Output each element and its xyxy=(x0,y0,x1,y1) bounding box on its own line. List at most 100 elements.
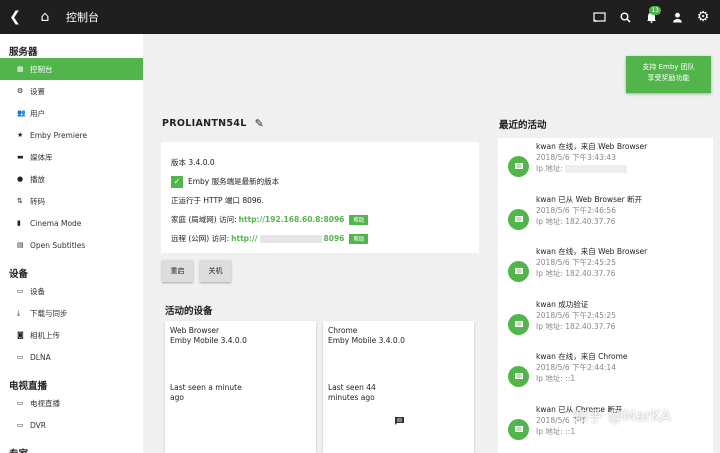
grid-icon: ▦ xyxy=(17,65,24,73)
activity-ip: Ip 地址: ::1 xyxy=(536,373,628,384)
sidebar-section-title: 服务器 xyxy=(9,47,38,58)
sidebar-item[interactable]: ● 播放 xyxy=(0,168,143,190)
sidebar-item-label: 用户 xyxy=(30,108,45,118)
activity-message-icon xyxy=(508,208,529,230)
activity-text: kwan 已从 Web Browser 断开 xyxy=(536,194,643,204)
download-icon: ⤓ xyxy=(17,308,21,317)
sidebar-item[interactable]: ★ Emby Premiere xyxy=(0,124,143,146)
active-devices-title: 活动的设备 xyxy=(165,306,213,317)
sidebar-item-label: Open Subtitles xyxy=(30,240,86,250)
activity-item: kwan 在线，来自 Web Browser 2018/5/6 下午2:45:25… xyxy=(498,243,713,295)
shutdown-button[interactable]: 关机 xyxy=(200,260,231,282)
edit-pencil-icon[interactable]: ✎ xyxy=(255,117,265,130)
device-last-seen-line-1: Last seen a minute xyxy=(170,383,242,392)
sidebar-section-title: 设备 xyxy=(9,269,29,280)
device-name: Chrome xyxy=(328,326,358,335)
sidebar-section-title: 电视直播 xyxy=(9,381,48,392)
users-icon: 👥 xyxy=(17,109,26,117)
subtitles-icon: ▤ xyxy=(17,241,24,249)
dvr-icon: ▭ xyxy=(17,421,24,429)
monitor-icon: ▭ xyxy=(17,353,24,361)
activity-message-icon xyxy=(508,156,529,177)
sidebar-item[interactable]: ▭ 设备 xyxy=(0,280,143,302)
lan-label: 家庭 (局域网) 访问: xyxy=(171,215,237,224)
activity-text: kwan 在线，来自 Web Browser xyxy=(536,247,648,256)
wan-access-line: 远程 (公网) 访问: http:// 8096 帮助 xyxy=(171,229,469,248)
check-icon: ✓ xyxy=(171,175,183,188)
notification-badge: 13 xyxy=(649,6,661,15)
activity-ip-value: ::1 xyxy=(565,374,576,383)
watermark: 知乎 @MarKA xyxy=(573,407,671,425)
server-name: PROLIANTN54L ✎ xyxy=(162,117,264,130)
activity-message-icon xyxy=(508,418,529,440)
support-line-1: 支持 Emby 团队 xyxy=(642,63,695,71)
activity-item: kwan 成功验证 2018/5/6 下午2:45:25 Ip 地址: 182.40… xyxy=(498,296,713,348)
sidebar-item[interactable]: ▤ Open Subtitles xyxy=(0,234,143,256)
cast-icon[interactable] xyxy=(586,0,612,34)
activity-item: kwan 在线，来自 Chrome 2018/5/6 下午2:44:14 Ip 地址… xyxy=(498,348,713,400)
device-card[interactable]: Chrome Emby Mobile 3.4.0.0 Last seen 44 … xyxy=(323,321,474,453)
device-last-seen: Last seen a minute ago xyxy=(170,383,242,403)
sidebar-item[interactable]: ◙ 相机上传 xyxy=(0,324,143,346)
sidebar-item-label: 设置 xyxy=(30,86,45,96)
sidebar-item[interactable]: ▭ DVR xyxy=(0,414,143,436)
activity-ip-label: Ip 地址: xyxy=(536,426,563,436)
activity-ip-label: Ip 地址: xyxy=(536,321,563,331)
wan-url-start[interactable]: http:// xyxy=(231,234,257,243)
sidebar-item[interactable]: ⇅ 转码 xyxy=(0,190,143,212)
home-icon[interactable]: ⌂ xyxy=(30,0,60,34)
lan-help-button[interactable]: 帮助 xyxy=(349,214,369,225)
sidebar-item[interactable]: ▬ 媒体库 xyxy=(0,146,143,168)
activity-item: kwan 在线，来自 Web Browser 2018/5/6 下午3:43:43… xyxy=(498,138,713,190)
activity-time: 2018/5/6 下午2:45:25 xyxy=(536,258,616,267)
wan-url-redacted xyxy=(259,234,322,243)
sidebar-item-label: DVR xyxy=(30,420,46,430)
back-arrow-icon[interactable]: ❮ xyxy=(0,0,30,34)
activity-message-icon xyxy=(508,313,529,335)
message-icon[interactable] xyxy=(394,416,405,429)
sidebar-item-label: Emby Premiere xyxy=(30,130,88,140)
activity-ip-value: ::1 xyxy=(565,426,576,436)
activity-message-icon xyxy=(508,366,529,387)
activity-text: kwan 在线，来自 Web Browser xyxy=(536,142,648,151)
sidebar-item-label: 转码 xyxy=(30,196,45,206)
lan-url-link[interactable]: http://192.168.60.8:8096 xyxy=(239,215,345,224)
activity-ip-label: Ip 地址: xyxy=(536,216,563,226)
activity-message-icon xyxy=(508,261,529,282)
main-content: 支持 Emby 团队 享受奖励功能 PROLIANTN54L ✎ 版本 3.4.… xyxy=(143,34,720,453)
latest-version-line: ✓ Emby 服务端是最新的版本 xyxy=(171,172,469,191)
sidebar-item[interactable]: ▭ DLNA xyxy=(0,346,143,368)
user-icon[interactable] xyxy=(664,0,690,34)
sidebar-item[interactable]: ⚙ 设置 xyxy=(0,80,143,102)
device-card[interactable]: Web Browser Emby Mobile 3.4.0.0 Last see… xyxy=(165,321,316,453)
sidebar-item[interactable]: ▦ 控制台 xyxy=(0,58,143,80)
gear-icon[interactable]: ⚙ xyxy=(690,0,716,34)
device-name: Web Browser xyxy=(170,326,220,335)
activity-ip-value: 182.40.37.76 xyxy=(565,269,616,278)
activity-time: 2018/5/6 下午2:45:25 xyxy=(536,310,616,320)
server-info-card: 版本 3.4.0.0 ✓ Emby 服务端是最新的版本 正运行于 HTTP 端口… xyxy=(161,142,479,253)
play-circle-icon: ● xyxy=(17,175,24,183)
gear-icon: ⚙ xyxy=(17,87,24,95)
wan-help-button[interactable]: 帮助 xyxy=(349,233,369,244)
activity-item: kwan 已从 Web Browser 断开 2018/5/6 下午2:46:56… xyxy=(498,191,713,243)
sidebar-item[interactable]: ⤓ 下载与同步 xyxy=(0,302,143,324)
wan-url-end[interactable]: 8096 xyxy=(324,234,345,243)
sidebar-item-label: 电视直播 xyxy=(30,398,60,408)
running-line: 正运行于 HTTP 端口 8096. xyxy=(171,196,264,205)
support-emby-button[interactable]: 支持 Emby 团队 享受奖励功能 xyxy=(626,56,711,93)
bell-icon[interactable]: 13 xyxy=(638,0,664,34)
activity-time: 2018/5/6 下午2:46:56 xyxy=(536,205,616,215)
sidebar-item[interactable]: ▭ 电视直播 xyxy=(0,392,143,414)
sidebar-item-label: 播放 xyxy=(30,174,45,184)
sidebar-item[interactable]: ▮ Cinema Mode xyxy=(0,212,143,234)
film-icon: ▮ xyxy=(17,219,21,227)
folder-icon: ▬ xyxy=(17,153,24,161)
search-icon[interactable] xyxy=(612,0,638,34)
restart-button[interactable]: 重启 xyxy=(162,260,193,282)
top-bar: ❮ ⌂ 控制台 13 ⚙ xyxy=(0,0,720,34)
device-last-seen: Last seen 44 minutes ago xyxy=(328,383,376,403)
sidebar-item[interactable]: 👥 用户 xyxy=(0,102,143,124)
page-title: 控制台 xyxy=(66,11,99,24)
activity-ip: Ip 地址: 182.40.37.76 xyxy=(536,321,616,332)
